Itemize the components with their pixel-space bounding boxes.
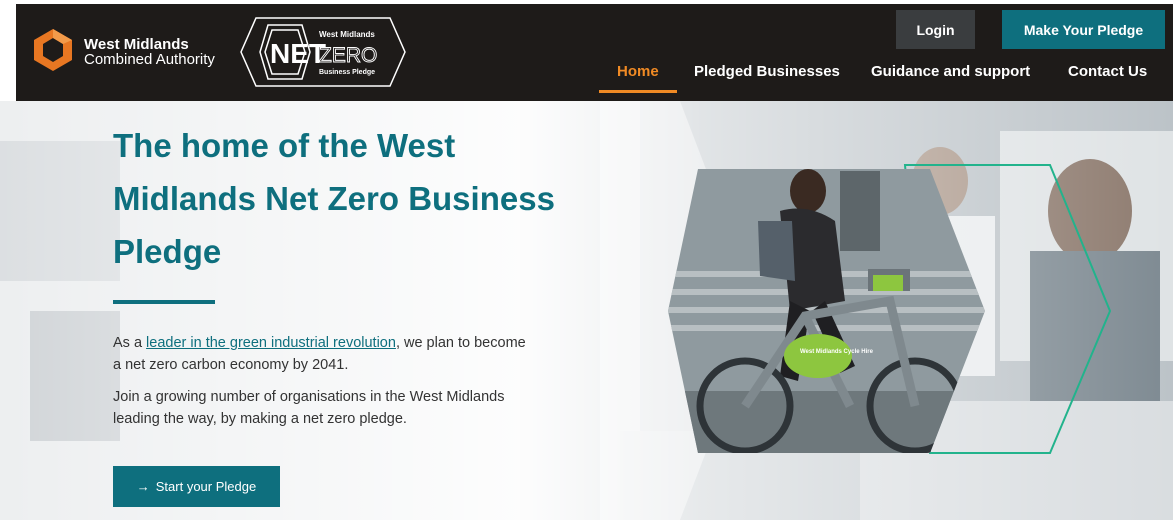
net-zero-business-pledge-logo[interactable]: West Midlands NET ZERO Business Pledge: [238, 15, 408, 89]
nav-item-pledged-businesses[interactable]: Pledged Businesses: [694, 63, 840, 80]
cycle-hire-panel: [784, 334, 852, 378]
green-revolution-link[interactable]: leader in the green industrial revolutio…: [146, 335, 396, 351]
cyclist-photo-hexagon: West Midlands Cycle Hire: [668, 164, 1112, 454]
nz-logo-top-text: West Midlands: [319, 30, 375, 39]
wmca-name-line2: Combined Authority: [84, 51, 215, 68]
wmca-name-line1: West Midlands: [84, 36, 189, 53]
bike-sign-text: West Midlands Cycle Hire: [800, 349, 874, 355]
nz-logo-net-text: NET: [270, 38, 326, 69]
hero-intro-paragraph: As a leader in the green industrial revo…: [113, 332, 533, 376]
login-button[interactable]: Login: [896, 10, 975, 49]
hero-section: The home of the West Midlands Net Zero B…: [0, 101, 1173, 520]
nav-active-underline: [599, 90, 677, 93]
nav-item-home[interactable]: Home: [617, 63, 659, 80]
nz-logo-sub-text: Business Pledge: [319, 69, 375, 76]
start-your-pledge-label: Start your Pledge: [155, 479, 257, 494]
title-underline: [113, 300, 215, 304]
nz-logo-zero-text: ZERO: [319, 44, 377, 67]
nav-item-contact-us[interactable]: Contact Us: [1068, 63, 1147, 80]
hero-title: The home of the West Midlands Net Zero B…: [113, 127, 555, 270]
arrow-right-icon: →: [136, 479, 150, 494]
hero-join-paragraph: Join a growing number of organisations i…: [113, 389, 505, 427]
wmca-logo-icon[interactable]: [30, 27, 76, 73]
wmca-logo-text[interactable]: West Midlands Combined Authority: [84, 37, 215, 67]
nav-item-guidance-and-support[interactable]: Guidance and support: [871, 63, 1030, 80]
start-your-pledge-button[interactable]: → Start your Pledge: [113, 466, 280, 507]
site-header: West Midlands Combined Authority West Mi…: [16, 4, 1173, 101]
make-your-pledge-button[interactable]: Make Your Pledge: [1002, 10, 1165, 49]
intro-text-before: As a: [113, 335, 147, 351]
